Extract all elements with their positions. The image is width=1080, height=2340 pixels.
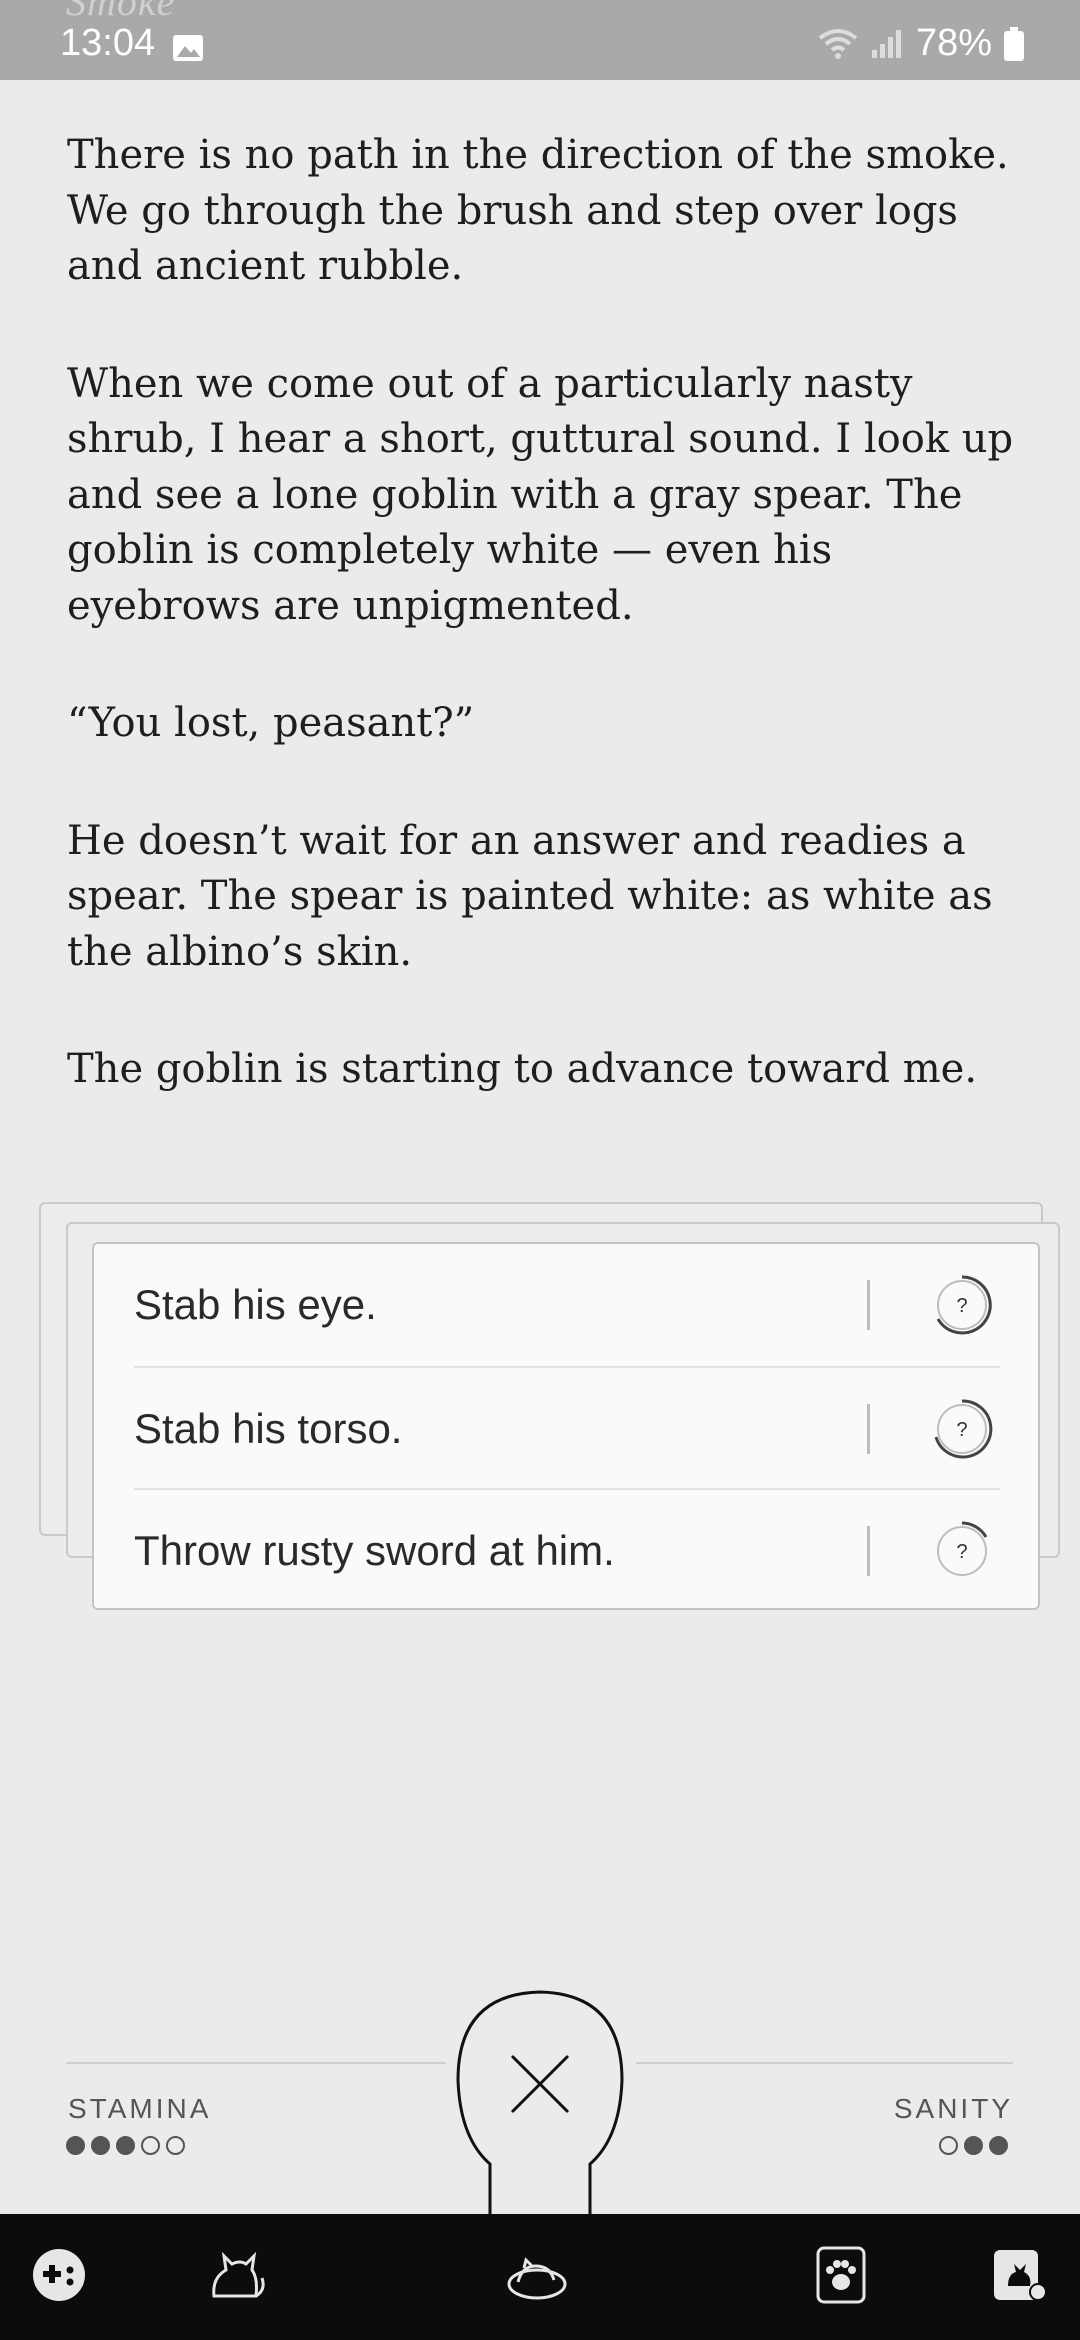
story-paragraph: He doesn’t wait for an answer and readie… [67,817,993,975]
nav-cat[interactable] [200,2240,270,2310]
battery-icon [1004,26,1024,61]
divider-right [636,2062,1013,2064]
choice-label: Throw rusty sword at him. [134,1527,615,1574]
divider-left [66,2062,446,2064]
choice-card: Stab his eye. ? Stab his torso. ? Throw … [92,1242,1040,1610]
head-portrait-icon[interactable] [452,1988,628,2216]
choice-throw-sword[interactable]: Throw rusty sword at him. ? [134,1488,1000,1612]
paw-print-icon [816,2246,866,2304]
sanity-dot [989,2136,1008,2155]
svg-text:?: ? [956,1295,967,1317]
cat-bed-icon [507,2257,567,2300]
help-icon[interactable]: ? [930,1397,994,1461]
stamina-dot [66,2136,85,2155]
stamina-meter [66,2136,185,2155]
nav-cat-phone[interactable] [984,2240,1054,2310]
choice-divider [867,1526,870,1576]
sanity-meter [939,2136,1008,2155]
svg-text:?: ? [956,1541,967,1563]
gamepad-icon [33,2249,85,2301]
choice-stab-eye[interactable]: Stab his eye. ? [134,1244,1000,1366]
sanity-label: SANITY [893,2093,1013,2124]
choice-label: Stab his torso. [134,1405,403,1452]
wifi-icon [818,28,858,59]
stamina-dot [141,2136,160,2155]
stamina-dot [91,2136,110,2155]
svg-text:?: ? [956,1419,967,1441]
help-icon[interactable]: ? [930,1273,994,1337]
status-time: 13:04 [60,22,156,64]
story-paragraph: “You lost, peasant?” [67,700,475,746]
story-paragraph: The goblin is starting to advance toward… [67,1046,978,1092]
nav-paw[interactable] [806,2240,876,2310]
choice-stab-torso[interactable]: Stab his torso. ? [134,1366,1000,1490]
stamina-dot [116,2136,135,2155]
sanity-dot [939,2136,958,2155]
story-paragraph: There is no path in the direction of the… [67,132,1009,289]
signal-icon [871,29,901,58]
choice-label: Stab his eye. [134,1281,377,1328]
nav-gamepad[interactable] [24,2240,94,2310]
sanity-dot [964,2136,983,2155]
choice-divider [867,1280,870,1330]
help-icon[interactable]: ? [930,1519,994,1583]
bottom-nav [0,2214,1080,2340]
battery-percent: 78% [915,22,992,64]
stamina-dot [166,2136,185,2155]
cat-phone-icon [994,2250,1047,2301]
gallery-icon [173,35,203,61]
choice-divider [867,1404,870,1454]
story-paragraph: When we come out of a particularly nasty… [67,360,1014,629]
stamina-label: STAMINA [68,2093,212,2124]
story-text: There is no path in the direction of the… [67,128,1027,1160]
cat-icon [212,2251,265,2298]
nav-cat-bed[interactable] [502,2240,572,2310]
status-bar: Smoke 13:04 78% [0,0,1080,80]
